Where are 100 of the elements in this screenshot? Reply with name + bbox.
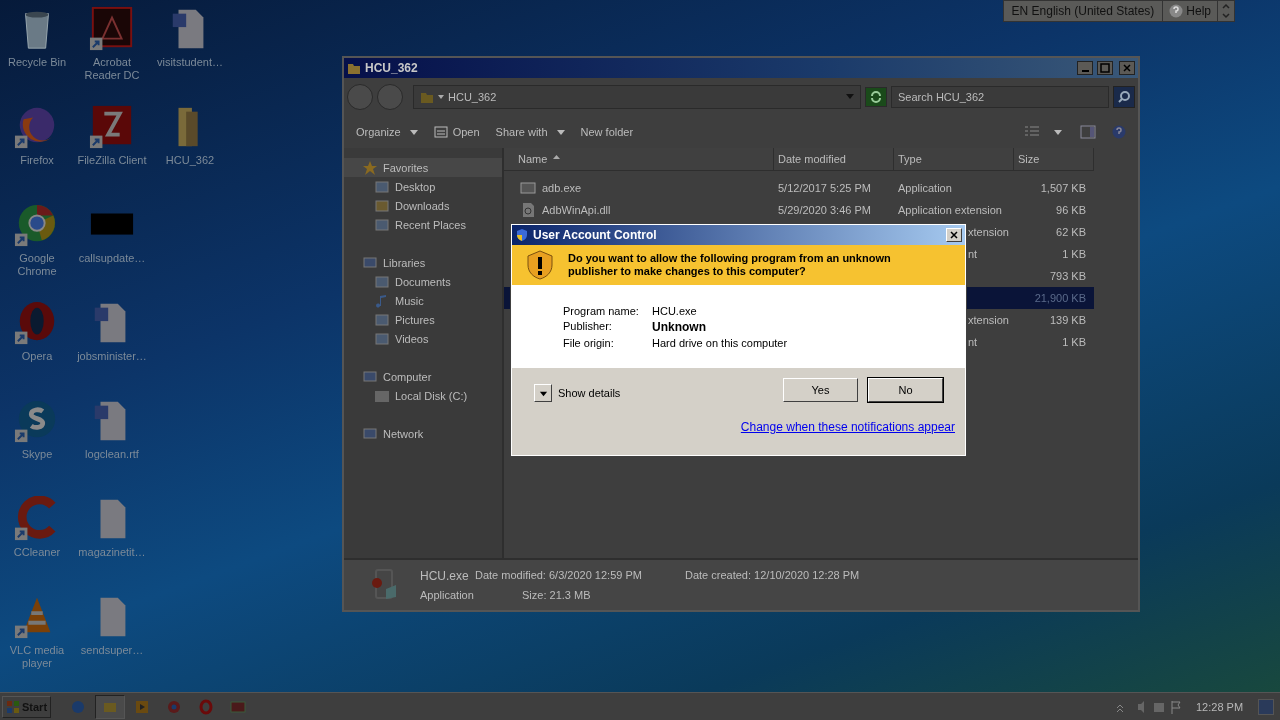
settings-link[interactable]: Change when these notifications appear bbox=[740, 420, 955, 434]
file-size: Size: 21.3 MB bbox=[521, 589, 592, 601]
desktop-icon-label[interactable]: logclean.rtf bbox=[85, 448, 139, 461]
desktop-icon-label[interactable]: Opera bbox=[21, 350, 53, 363]
forward-button[interactable] bbox=[377, 84, 403, 110]
table-cell: 62 KB bbox=[1056, 226, 1086, 238]
app-icon bbox=[166, 698, 183, 715]
field-label: Publisher: bbox=[563, 319, 613, 334]
toolbar-button[interactable]: Open bbox=[427, 122, 486, 142]
desktop-icon-label[interactable]: visitstudent… bbox=[157, 56, 223, 69]
dialog-button[interactable]: No bbox=[868, 378, 943, 402]
desktop-icon-label[interactable]: HCU_362 bbox=[165, 154, 215, 167]
nav-item[interactable]: Favorites bbox=[344, 158, 502, 177]
desktop-icon-label[interactable]: Recycle Bin bbox=[7, 56, 67, 69]
maximize-button[interactable] bbox=[1097, 61, 1113, 75]
nav-item[interactable]: Computer bbox=[344, 367, 502, 386]
pane-icon bbox=[1080, 125, 1096, 139]
show-desktop-button[interactable] bbox=[1258, 698, 1274, 715]
file-name[interactable]: adb.exe bbox=[542, 182, 582, 194]
field-value: Hard drive on this computer bbox=[652, 336, 788, 349]
nav-item[interactable]: Videos bbox=[344, 329, 502, 348]
table-cell: nt bbox=[968, 336, 978, 348]
nav-item[interactable]: Documents bbox=[344, 272, 502, 291]
computer-icon bbox=[362, 368, 378, 385]
table-cell: 21,900 KB bbox=[1034, 292, 1086, 304]
window-icon bbox=[433, 125, 448, 139]
application-icon bbox=[520, 180, 536, 196]
nav-item[interactable]: Pictures bbox=[344, 310, 502, 329]
nav-item[interactable]: Libraries bbox=[344, 253, 502, 272]
toolbar-button[interactable]: Share with bbox=[489, 123, 571, 141]
desktop-icon-label[interactable]: FileZilla Client bbox=[77, 154, 147, 167]
file-type: Application bbox=[420, 589, 475, 601]
toolbar-button[interactable]: Organize bbox=[350, 123, 424, 141]
table-cell: 96 KB bbox=[1056, 204, 1086, 216]
nav-item[interactable]: Downloads bbox=[344, 196, 502, 215]
column-header[interactable]: Date modified bbox=[774, 148, 894, 170]
field-label: File origin: bbox=[563, 336, 615, 349]
desktop-icon-label[interactable]: jobsminister… bbox=[77, 350, 147, 363]
nav-item[interactable]: Desktop bbox=[344, 177, 502, 196]
folder-icon bbox=[374, 178, 390, 195]
refresh-button[interactable] bbox=[865, 87, 887, 107]
nav-item[interactable]: Local Disk (C:) bbox=[344, 386, 502, 405]
close-icon bbox=[1122, 63, 1132, 73]
table-cell: 1 KB bbox=[1062, 248, 1086, 260]
desktop-icon-label[interactable]: Acrobat Reader DC bbox=[82, 56, 142, 82]
desktop-icon-label[interactable]: Skype bbox=[21, 448, 53, 461]
app-icon bbox=[134, 698, 151, 715]
nav-item[interactable]: Music bbox=[344, 291, 502, 310]
column-header[interactable]: Name bbox=[504, 148, 774, 170]
show-details-label[interactable]: Show details bbox=[558, 387, 621, 399]
app-icon[interactable] bbox=[89, 6, 135, 52]
caret-icon bbox=[556, 129, 565, 135]
file-row[interactable]: AdbWinApi.dll 5/29/2020 3:46 PM Application extension 96 KB bbox=[504, 199, 1094, 221]
opera-o-icon bbox=[198, 698, 215, 715]
column-header[interactable]: Size bbox=[1014, 148, 1094, 170]
tray-icons[interactable] bbox=[1114, 698, 1184, 715]
gear-file-icon bbox=[520, 202, 536, 218]
file-row[interactable]: adb.exe 5/12/2017 5:25 PM Application 1,507 KB bbox=[504, 177, 1094, 199]
close-icon bbox=[949, 230, 959, 240]
desktop-icon-label[interactable]: Firefox bbox=[20, 154, 54, 167]
field-label: Program name: bbox=[563, 304, 640, 317]
library-icon bbox=[362, 254, 378, 271]
star-icon bbox=[362, 159, 378, 176]
address-bar[interactable]: HCU_362 bbox=[413, 85, 861, 109]
table-cell: 1 KB bbox=[1062, 336, 1086, 348]
desktop-icon-label[interactable]: callsupdate… bbox=[78, 252, 146, 265]
help-icon bbox=[1169, 4, 1184, 18]
nav-item[interactable]: Recent Places bbox=[344, 215, 502, 234]
table-cell: 139 KB bbox=[1049, 314, 1086, 326]
back-button[interactable] bbox=[347, 84, 373, 110]
toolbar-button[interactable]: New folder bbox=[574, 123, 640, 141]
address-path: HCU_362 bbox=[448, 91, 497, 103]
minimize-button[interactable] bbox=[1077, 61, 1093, 75]
folder-icon bbox=[374, 197, 390, 214]
search-button[interactable] bbox=[1113, 86, 1135, 108]
clock[interactable]: 12:28 PM bbox=[1196, 700, 1256, 713]
table-cell: nt bbox=[968, 248, 978, 260]
table-cell: 1,507 KB bbox=[1040, 182, 1086, 194]
date-modified: Date modified: 6/3/2020 12:59 PM bbox=[475, 569, 643, 583]
nav-item[interactable]: Network bbox=[344, 424, 502, 443]
caret-icon bbox=[438, 94, 444, 100]
caret-icon[interactable] bbox=[1054, 129, 1062, 135]
folder-icon bbox=[347, 61, 361, 75]
folder-icon bbox=[420, 90, 434, 104]
minimize-icon bbox=[1081, 70, 1089, 72]
date-created: Date created: 12/10/2020 12:28 PM bbox=[685, 569, 861, 583]
folder-icon bbox=[374, 311, 390, 328]
file-name[interactable]: AdbWinApi.dll bbox=[542, 204, 611, 216]
table-cell: 5/12/2017 5:25 PM bbox=[778, 182, 871, 194]
column-header[interactable]: Type bbox=[894, 148, 1014, 170]
table-cell: Application bbox=[898, 182, 952, 194]
dialog-title: User Account Control bbox=[533, 228, 657, 242]
expand-button[interactable] bbox=[534, 384, 552, 402]
sort-arrow-icon bbox=[553, 155, 561, 159]
search-field[interactable]: Search HCU_362 bbox=[891, 86, 1109, 108]
field-value: HCU.exe bbox=[652, 304, 698, 317]
taskbar-app-button[interactable] bbox=[95, 694, 126, 719]
table-cell: xtension bbox=[968, 314, 1009, 326]
dialog-button[interactable]: Yes bbox=[783, 378, 858, 402]
desktop-icon-label[interactable]: Google Chrome bbox=[7, 252, 67, 278]
